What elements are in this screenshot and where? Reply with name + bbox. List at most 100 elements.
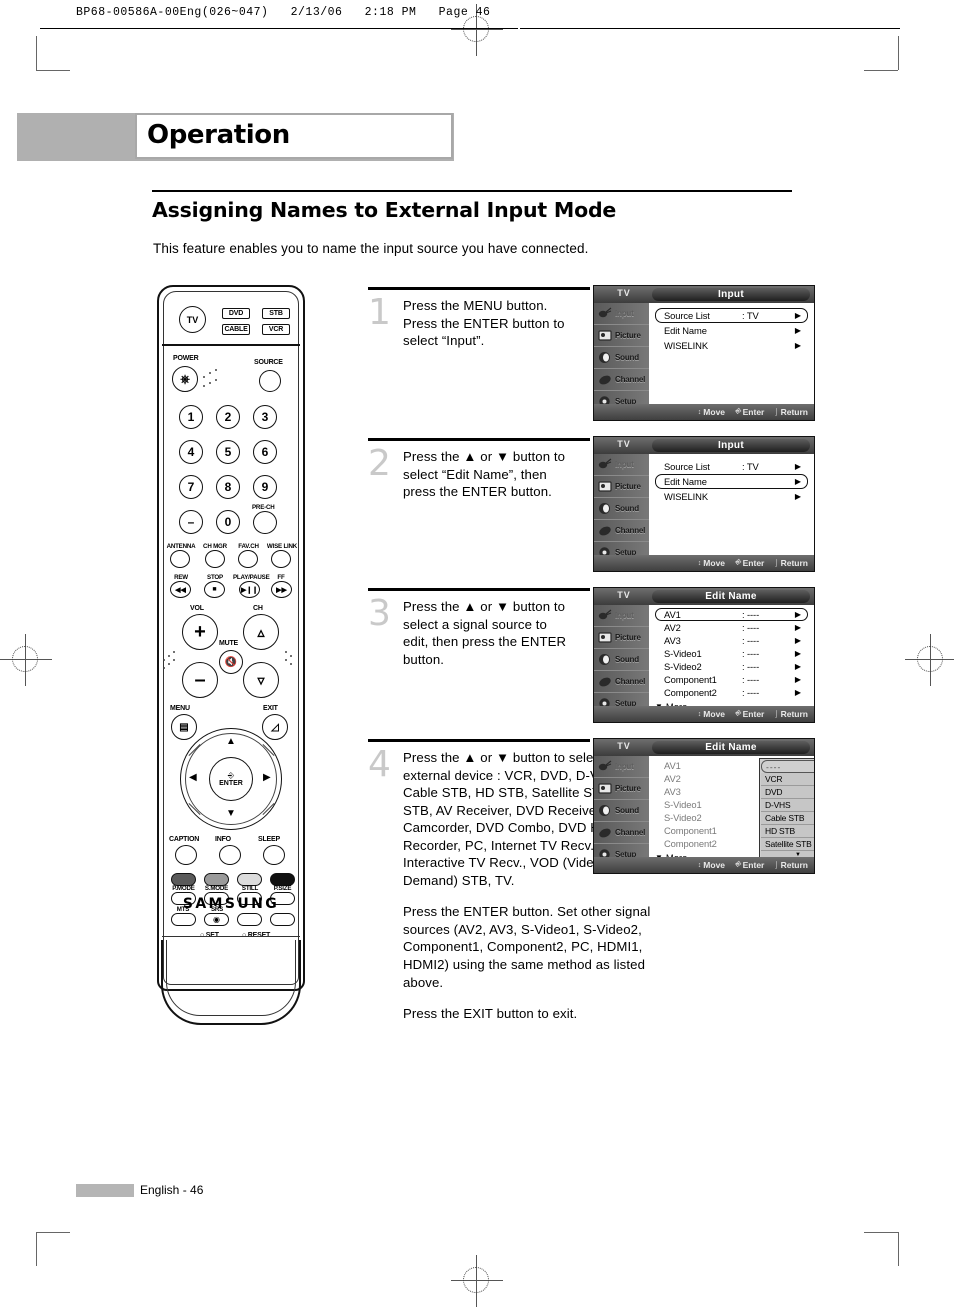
remote-key-9[interactable]: 9 [253, 475, 277, 499]
step-4-paragraph-2: Press the ENTER button. Set other signal… [403, 904, 651, 990]
remote-key-7[interactable]: 7 [179, 475, 203, 499]
remote-srs-button[interactable]: ◉ [204, 913, 229, 926]
chevron-right-icon: ▶ [794, 341, 801, 350]
remote-favch-button[interactable] [238, 550, 258, 568]
channel-icon [597, 373, 612, 387]
input-icon [597, 458, 612, 472]
dropdown-option-satellite-stb[interactable]: Satellite STB [761, 838, 814, 851]
channel-icon [597, 524, 612, 538]
remote-key-2[interactable]: 2 [216, 405, 240, 429]
remote-vcr-mode-button[interactable]: VCR [262, 324, 290, 335]
remote-info-button[interactable] [219, 845, 241, 865]
osd-2-row-source-list[interactable]: Source List : TV ▶ [656, 459, 807, 474]
osd-3-row-av1[interactable]: AV1 : ---- ▶ [655, 608, 808, 621]
remote-antenna-button[interactable] [170, 550, 190, 568]
osd-4-sidebar-item-channel[interactable]: Channel [594, 822, 649, 844]
osd-3-sidebar-item-channel[interactable]: Channel [594, 671, 649, 693]
remote-menu-button[interactable]: ▤ [171, 714, 197, 740]
remote-cable-mode-button[interactable]: CABLE [222, 324, 250, 335]
osd-3-row-value-av3: : ---- [742, 635, 760, 646]
remote-wiselink-button[interactable] [271, 550, 291, 568]
dropdown-option-cable-stb[interactable]: Cable STB [761, 812, 814, 825]
remote-enter-label: ENTER [219, 779, 243, 787]
dropdown-option-dvhs[interactable]: D-VHS [761, 799, 814, 812]
remote-channel-up-button[interactable]: ▵ [243, 614, 279, 650]
remote-key-0[interactable]: 0 [216, 510, 240, 534]
remote-key-6[interactable]: 6 [253, 440, 277, 464]
remote-power-button[interactable]: ⎈ [172, 366, 198, 392]
remote-mute-button[interactable]: 🔇 [219, 650, 243, 674]
osd-screen-edit-name-list: TV Edit Name Input Picture Sound Channel… [593, 587, 815, 723]
step-4-divider [368, 739, 590, 742]
remote-nav-left-arrow[interactable]: ◀ [189, 773, 197, 783]
osd-3-row-component1[interactable]: Component1 : ---- ▶ [656, 673, 807, 686]
remote-sleep-button[interactable] [263, 845, 285, 865]
remote-extra-button-1[interactable] [237, 913, 262, 926]
osd-1-sidebar-item-sound[interactable]: Sound [594, 347, 649, 369]
step-2-divider [368, 438, 590, 441]
osd-1-sidebar-item-picture[interactable]: Picture [594, 325, 649, 347]
dropdown-option-none[interactable]: ---- [761, 760, 814, 773]
remote-nav-right-arrow[interactable]: ▶ [263, 773, 271, 783]
remote-exit-button[interactable]: ◿ [262, 714, 288, 740]
osd-3-sidebar-item-input[interactable]: Input [594, 605, 649, 627]
remote-key-dash[interactable]: – [179, 510, 203, 534]
dropdown-option-hd-stb[interactable]: HD STB [761, 825, 814, 838]
dropdown-option-vcr[interactable]: VCR [761, 773, 814, 786]
osd-1-sidebar-item-input[interactable]: Input [594, 303, 649, 325]
remote-dvd-mode-button[interactable]: DVD [222, 308, 250, 319]
osd-4-device-dropdown[interactable]: ---- VCR DVD D-VHS Cable STB HD STB Sate… [759, 758, 814, 860]
remote-channel-down-button[interactable]: ▿ [243, 662, 279, 698]
osd-2-sidebar-label-channel: Channel [615, 526, 646, 535]
remote-source-button[interactable] [259, 370, 281, 392]
osd-2-row-edit-name[interactable]: Edit Name ▶ [655, 474, 808, 489]
remote-nav-up-arrow[interactable]: ▲ [226, 737, 236, 747]
remote-extra-button-2[interactable] [270, 913, 295, 926]
remote-rew-button[interactable]: ◀◀ [170, 581, 191, 598]
remote-stb-mode-button[interactable]: STB [262, 308, 290, 319]
osd-1-sidebar-label-picture: Picture [615, 331, 641, 340]
osd-4-sidebar-item-picture[interactable]: Picture [594, 778, 649, 800]
osd-2-sidebar-item-channel[interactable]: Channel [594, 520, 649, 542]
osd-1-sidebar-item-channel[interactable]: Channel [594, 369, 649, 391]
enter-key-icon: ⎆ [735, 559, 741, 566]
remote-nav-down-arrow[interactable]: ▼ [226, 809, 236, 819]
osd-3-sidebar-item-picture[interactable]: Picture [594, 627, 649, 649]
osd-3-row-av3[interactable]: AV3 : ---- ▶ [656, 634, 807, 647]
osd-4-sidebar-item-sound[interactable]: Sound [594, 800, 649, 822]
remote-mts-button[interactable] [171, 913, 196, 926]
remote-key-5[interactable]: 5 [216, 440, 240, 464]
remote-key-3[interactable]: 3 [253, 405, 277, 429]
remote-volume-up-button[interactable]: + [182, 614, 218, 650]
dropdown-option-dvd[interactable]: DVD [761, 786, 814, 799]
remote-tv-mode-button[interactable]: TV [179, 306, 206, 333]
osd-2-sidebar-item-input[interactable]: Input [594, 454, 649, 476]
remote-chmgr-button[interactable] [205, 550, 225, 568]
osd-4-hint-bar: ↕ Move ⎆ Enter ⌡ Return [594, 857, 814, 873]
remote-volume-down-button[interactable]: – [182, 662, 218, 698]
remote-key-1[interactable]: 1 [179, 405, 203, 429]
osd-4-sidebar-item-input[interactable]: Input [594, 756, 649, 778]
remote-playpause-button[interactable]: ▶❙❙ [239, 581, 260, 598]
osd-3-row-name-component2: Component2 [664, 687, 717, 698]
picture-icon [597, 480, 612, 494]
osd-3-row-av2[interactable]: AV2 : ---- ▶ [656, 621, 807, 634]
osd-1-row-wiselink[interactable]: WISELINK ▶ [656, 338, 807, 353]
osd-2-row-wiselink[interactable]: WISELINK ▶ [656, 489, 807, 504]
osd-3-sidebar-item-sound[interactable]: Sound [594, 649, 649, 671]
remote-caption-button[interactable] [175, 845, 197, 865]
remote-key-8[interactable]: 8 [216, 475, 240, 499]
remote-key-4[interactable]: 4 [179, 440, 203, 464]
remote-enter-button[interactable]: ⎆ ENTER [209, 757, 253, 801]
osd-3-row-svideo2[interactable]: S-Video2 : ---- ▶ [656, 660, 807, 673]
remote-stop-button[interactable]: ■ [204, 581, 225, 598]
osd-3-row-name-component1: Component1 [664, 674, 717, 685]
remote-ff-button[interactable]: ▶▶ [271, 581, 292, 598]
osd-2-sidebar-item-picture[interactable]: Picture [594, 476, 649, 498]
osd-1-row-source-list[interactable]: Source List : TV ▶ [655, 308, 808, 323]
osd-3-row-svideo1[interactable]: S-Video1 : ---- ▶ [656, 647, 807, 660]
osd-3-row-component2[interactable]: Component2 : ---- ▶ [656, 686, 807, 699]
osd-1-row-edit-name[interactable]: Edit Name ▶ [656, 323, 807, 338]
remote-prech-button[interactable] [253, 511, 277, 534]
osd-2-sidebar-item-sound[interactable]: Sound [594, 498, 649, 520]
